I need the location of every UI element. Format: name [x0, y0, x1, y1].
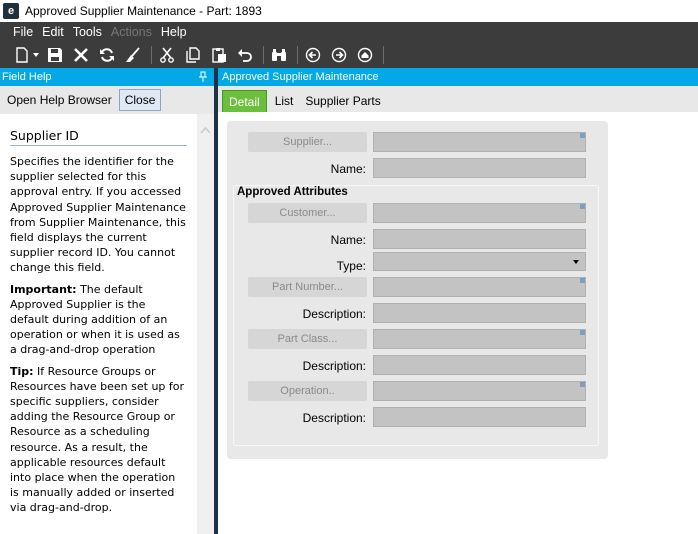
operation-field[interactable] — [373, 381, 586, 401]
part-number-field[interactable] — [373, 277, 586, 297]
menu-bar: File Edit Tools Actions Help — [0, 22, 698, 42]
help-content: Supplier ID Specifies the identifier for… — [0, 114, 197, 534]
menu-edit[interactable]: Edit — [42, 25, 64, 39]
delete-icon[interactable] — [71, 45, 91, 65]
close-help-button[interactable]: Close — [118, 89, 162, 111]
menu-tools[interactable]: Tools — [73, 25, 102, 39]
title-bar: e Approved Supplier Maintenance - Part: … — [0, 0, 698, 22]
tip-label: Tip: — [10, 364, 34, 378]
chevron-down-icon[interactable] — [573, 260, 579, 264]
customer-id-field[interactable] — [373, 203, 586, 223]
part-number-button[interactable]: Part Number... — [248, 277, 367, 297]
copy-icon[interactable] — [183, 45, 203, 65]
new-icon[interactable] — [12, 45, 32, 65]
clear-icon[interactable] — [123, 45, 143, 65]
tab-bar: Detail List Supplier Parts — [218, 86, 698, 112]
search-icon[interactable] — [269, 45, 289, 65]
window-title: Approved Supplier Maintenance - Part: 18… — [25, 4, 262, 18]
toolbar-separator — [383, 46, 384, 64]
menu-help[interactable]: Help — [161, 25, 187, 39]
customer-name-label: Name: — [330, 233, 366, 247]
detail-panel: Supplier... Name: Approved Attributes Cu… — [227, 121, 608, 459]
tab-supplier-parts[interactable]: Supplier Parts — [299, 94, 386, 112]
field-help-title: Field Help — [2, 71, 52, 83]
chevron-up-icon[interactable] — [200, 126, 211, 134]
tab-detail[interactable]: Detail — [222, 90, 267, 112]
part-description-label: Description: — [302, 307, 366, 321]
operation-description-label: Description: — [302, 411, 366, 425]
type-dropdown[interactable] — [373, 252, 586, 271]
forward-icon[interactable] — [329, 45, 349, 65]
pin-icon[interactable] — [198, 71, 208, 83]
customer-name-field — [373, 229, 586, 249]
class-description-field — [373, 355, 586, 375]
part-class-button[interactable]: Part Class... — [248, 329, 367, 349]
form-header: Approved Supplier Maintenance — [218, 68, 698, 86]
type-label: Type: — [336, 259, 366, 273]
form-area: Supplier... Name: Approved Attributes Cu… — [218, 112, 698, 534]
undo-icon[interactable] — [235, 45, 255, 65]
part-description-field — [373, 303, 586, 323]
tip-text: If Resource Groups or Resources have bee… — [10, 364, 185, 515]
app-logo-icon: e — [3, 3, 19, 19]
supplier-id-field[interactable] — [373, 132, 586, 152]
approved-attributes-title: Approved Attributes — [237, 186, 348, 198]
toolbar — [0, 42, 698, 68]
help-scrollbar[interactable] — [197, 114, 214, 534]
refresh-icon[interactable] — [97, 45, 117, 65]
menu-file[interactable]: File — [13, 25, 33, 39]
class-description-label: Description: — [302, 359, 366, 373]
supplier-name-field — [373, 158, 586, 178]
new-dropdown-icon[interactable] — [33, 45, 39, 65]
help-button-bar: Open Help Browser Close — [0, 86, 214, 114]
back-icon[interactable] — [303, 45, 323, 65]
operation-button[interactable]: Operation.. — [248, 381, 367, 401]
supplier-button[interactable]: Supplier... — [248, 132, 367, 152]
part-class-field[interactable] — [373, 329, 586, 349]
save-icon[interactable] — [45, 45, 65, 65]
field-help-header: Field Help — [0, 68, 214, 86]
cut-icon[interactable] — [157, 45, 177, 65]
paste-icon[interactable] — [209, 45, 229, 65]
toolbar-separator — [297, 46, 298, 64]
help-topic-title: Supplier ID — [10, 128, 187, 146]
help-tip-note: Tip: If Resource Groups or Resources hav… — [10, 364, 187, 516]
toolbar-separator — [151, 46, 152, 64]
help-paragraph: Specifies the identifier for the supplie… — [10, 155, 186, 275]
open-help-browser-button[interactable]: Open Help Browser — [1, 89, 118, 111]
name-label: Name: — [330, 162, 366, 176]
tab-list[interactable]: List — [269, 94, 300, 112]
help-important-note: Important: The default Approved Supplier… — [10, 282, 187, 358]
important-label: Important: — [10, 282, 77, 296]
home-icon[interactable] — [355, 45, 375, 65]
toolbar-separator — [263, 46, 264, 64]
menu-actions: Actions — [110, 25, 152, 39]
operation-description-field — [373, 407, 586, 427]
customer-button[interactable]: Customer... — [248, 203, 367, 223]
